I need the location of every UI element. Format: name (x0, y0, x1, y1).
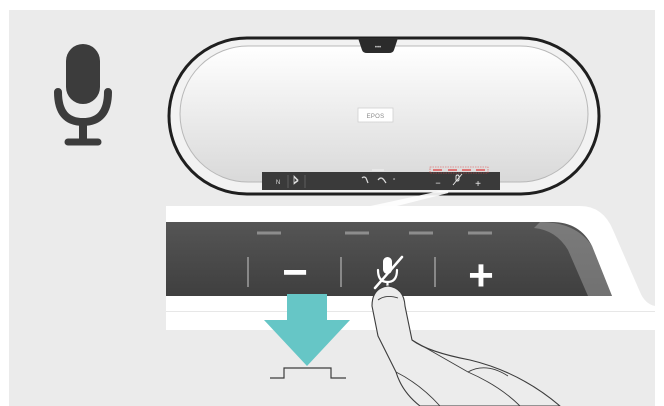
illustration-canvas: ••• EPOS N o − + − + (0, 0, 664, 406)
bluetooth-n-label: N (276, 180, 280, 186)
small-volume-up-button[interactable]: + (475, 179, 481, 190)
top-button-glyph: ••• (375, 45, 381, 51)
small-volume-down-button[interactable]: − (435, 178, 440, 188)
volume-down-button[interactable]: − (282, 248, 308, 297)
brand-logo-text: EPOS (367, 114, 385, 120)
speakerphone-device: ••• EPOS N o − + (167, 36, 601, 196)
zoomed-control-panel: − + (166, 206, 655, 330)
volume-up-button[interactable]: + (468, 251, 494, 300)
